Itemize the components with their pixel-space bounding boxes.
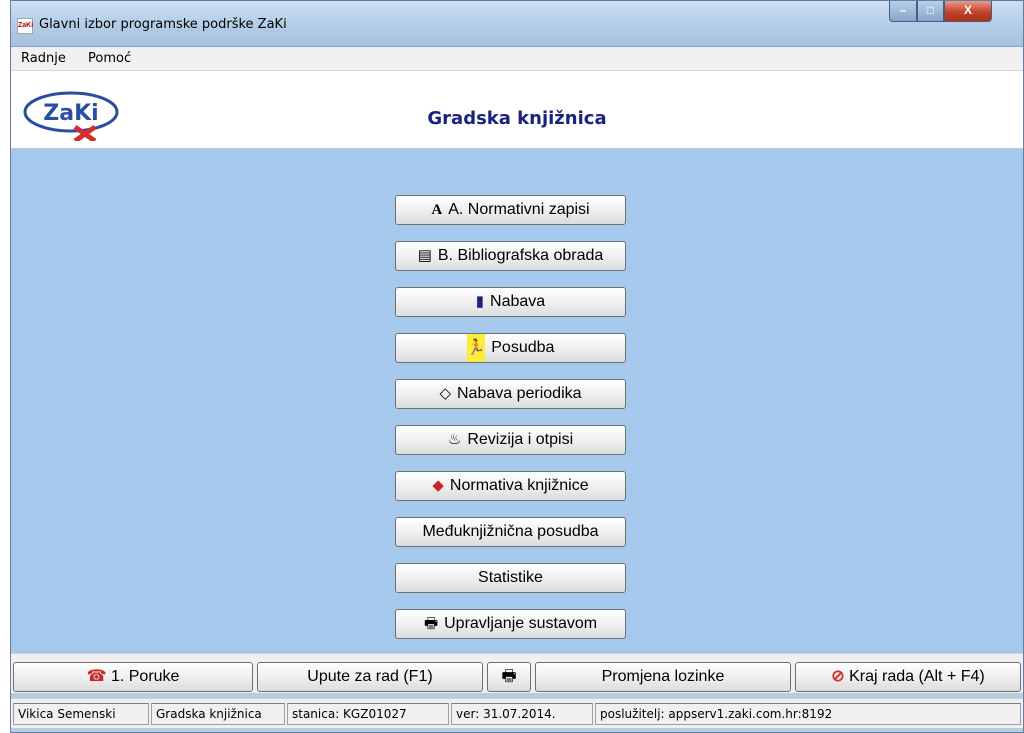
menu-pomoc[interactable]: Pomoć bbox=[88, 51, 131, 66]
change-password-label: Promjena lozinke bbox=[601, 668, 725, 685]
app-icon[interactable]: ZaKi bbox=[17, 18, 33, 34]
status-bar: Vikica Semenski Gradska knjižnica stanic… bbox=[11, 698, 1023, 728]
statistics-button[interactable]: Statistike bbox=[395, 563, 626, 593]
exit-button[interactable]: ⊘ Kraj rada (Alt + F4) bbox=[795, 662, 1021, 692]
system-management-label: Upravljanje sustavom bbox=[444, 615, 598, 632]
status-version: ver: 31.07.2014. bbox=[451, 703, 593, 725]
title-bar[interactable]: ZaKi Glavni izbor programske podrške ZaK… bbox=[11, 1, 1023, 47]
bottom-toolbar: ☎ 1. Poruke Upute za rad (F1) 🖶 Promjena… bbox=[11, 653, 1023, 693]
printer-icon: 🖶 bbox=[501, 668, 517, 685]
exit-label: Kraj rada (Alt + F4) bbox=[849, 668, 985, 685]
acquisition-label: Nabava bbox=[490, 293, 546, 310]
documents-icon: ▤ bbox=[417, 247, 432, 264]
main-window: ZaKi Glavni izbor programske podrške ZaK… bbox=[10, 0, 1024, 733]
normative-records-label: A. Normativni zapisi bbox=[448, 201, 590, 218]
normative-records-button[interactable]: A A. Normativni zapisi bbox=[395, 195, 626, 225]
eraser-icon: ◇ bbox=[439, 385, 451, 402]
lending-button[interactable]: 🏃 Posudba bbox=[395, 333, 626, 363]
periodicals-acquisition-label: Nabava periodika bbox=[457, 385, 582, 402]
messages-label: 1. Poruke bbox=[110, 668, 180, 685]
main-menu-area: A A. Normativni zapisi ▤ B. Bibliografska … bbox=[11, 149, 1023, 653]
bibliographic-processing-label: B. Bibliografska obrada bbox=[437, 247, 604, 264]
maximize-button[interactable]: □ bbox=[917, 1, 944, 22]
library-title: Gradska knjižnica bbox=[427, 108, 607, 129]
menu-bar: Radnje Pomoć bbox=[11, 47, 1023, 71]
window-title: Glavni izbor programske podrške ZaKi bbox=[39, 17, 287, 32]
system-management-button[interactable]: 🖶 Upravljanje sustavom bbox=[395, 609, 626, 639]
book-stack-icon: ◆ bbox=[432, 477, 444, 494]
status-library: Gradska knjižnica bbox=[151, 703, 285, 725]
trash-icon: ♨ bbox=[447, 431, 462, 448]
revision-button[interactable]: ♨ Revizija i otpisi bbox=[395, 425, 626, 455]
acquisition-button[interactable]: ▮ Nabava bbox=[395, 287, 626, 317]
statistics-label: Statistike bbox=[478, 569, 543, 586]
phone-icon: ☎ bbox=[86, 668, 107, 685]
printer-icon: 🖶 bbox=[423, 615, 439, 632]
library-normative-button[interactable]: ◆ Normativa knjižnice bbox=[395, 471, 626, 501]
print-button[interactable]: 🖶 bbox=[487, 662, 531, 692]
lending-label: Posudba bbox=[491, 339, 555, 356]
stop-icon: ⊘ bbox=[831, 668, 845, 685]
status-user: Vikica Semenski bbox=[13, 703, 149, 725]
bibliographic-processing-button[interactable]: ▤ B. Bibliografska obrada bbox=[395, 241, 626, 271]
books-icon: ▮ bbox=[475, 293, 485, 310]
revision-label: Revizija i otpisi bbox=[467, 431, 574, 448]
help-button[interactable]: Upute za rad (F1) bbox=[257, 662, 483, 692]
status-server: poslužitelj: appserv1.zaki.com.hr:8192 bbox=[595, 703, 1021, 725]
library-normative-label: Normativa knjižnice bbox=[449, 477, 589, 494]
status-station: stanica: KGZ01027 bbox=[287, 703, 449, 725]
change-password-button[interactable]: Promjena lozinke bbox=[535, 662, 791, 692]
minimize-button[interactable]: – bbox=[889, 1, 917, 22]
close-button[interactable]: X bbox=[944, 1, 992, 22]
help-label: Upute za rad (F1) bbox=[307, 668, 433, 685]
messages-button[interactable]: ☎ 1. Poruke bbox=[13, 662, 253, 692]
header-panel: ZaKi Gradska knjižnica bbox=[11, 71, 1023, 149]
running-person-icon: 🏃 bbox=[466, 334, 486, 362]
letter-a-icon: A bbox=[431, 202, 443, 218]
interlibrary-loan-button[interactable]: Međuknjižnična posudba bbox=[395, 517, 626, 547]
periodicals-acquisition-button[interactable]: ◇ Nabava periodika bbox=[395, 379, 626, 409]
menu-radnje[interactable]: Radnje bbox=[21, 51, 66, 66]
interlibrary-loan-label: Međuknjižnična posudba bbox=[422, 523, 599, 540]
